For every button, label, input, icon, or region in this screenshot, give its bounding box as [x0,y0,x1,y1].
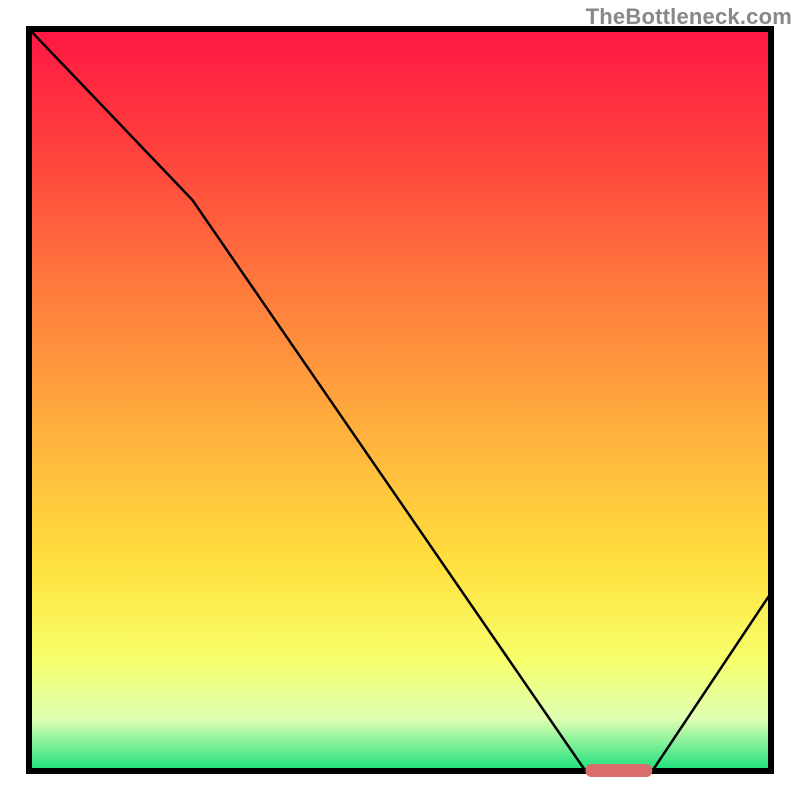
chart-svg [0,0,800,800]
bottom-marker [586,764,653,777]
chart-container: TheBottleneck.com [0,0,800,800]
plot-background [29,29,771,771]
